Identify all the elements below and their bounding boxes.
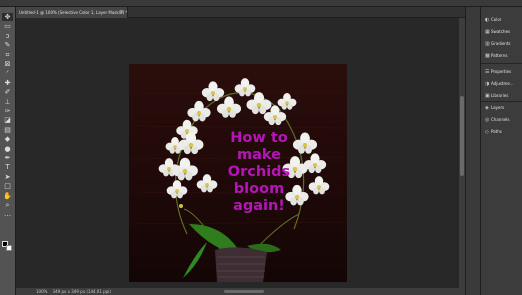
frame-tool-icon[interactable]: ⊠ [2, 60, 13, 68]
lasso-tool-icon[interactable]: ↄ [2, 32, 13, 40]
panels-dock: ◐ Color ▦Swatches ▥Gradients ▩Patterns ☰ Prope… [480, 7, 522, 295]
healing-brush-tool-icon[interactable]: ✚ [2, 79, 13, 87]
libraries-panel[interactable]: ▣Libraries [485, 91, 522, 100]
brush-tool-icon[interactable]: ✐ [2, 88, 13, 96]
headline-line: again! [233, 198, 285, 214]
collapsed-panel-dock [465, 7, 480, 295]
clone-stamp-tool-icon[interactable]: ⊥ [2, 98, 13, 106]
gradient-tool-icon[interactable]: ▤ [2, 126, 13, 134]
panel-label: Libraries [491, 93, 509, 98]
document-canvas[interactable]: How to make Orchids bloom again! [129, 64, 347, 282]
eyedropper-tool-icon[interactable]: ᐟ [2, 69, 13, 77]
quick-select-tool-icon[interactable]: ✎ [2, 41, 13, 49]
path-select-tool-icon[interactable]: ➤ [2, 173, 13, 181]
options-bar [0, 0, 522, 7]
document-info: 349 px x 349 px (144.01 ppi) [52, 289, 111, 294]
paths-panel[interactable]: ◇ Paths [485, 127, 522, 136]
status-text: 100% 349 px x 349 px (144.01 ppi) [16, 288, 111, 295]
panel-group-divider [481, 101, 522, 102]
document-tab-title: Untitled-1 @ 100% (Selective Color 1, La… [19, 10, 128, 15]
hand-tool-icon[interactable]: ✋ [2, 192, 13, 200]
panel-label: Layers [491, 105, 505, 110]
swatches-panel[interactable]: ▦Swatches [485, 27, 522, 36]
panel-label: Patterns [491, 53, 508, 58]
panel-label: Paths [491, 129, 502, 134]
dodge-tool-icon[interactable]: ● [2, 145, 13, 153]
horizontal-scroll-thumb[interactable] [224, 290, 264, 293]
zoom-level[interactable]: 100% [36, 289, 47, 294]
type-tool-icon[interactable]: T [2, 163, 13, 171]
panel-label: Gradients [491, 41, 511, 46]
channels-panel[interactable]: ◎ Channels [485, 115, 522, 124]
document-tab[interactable]: Untitled-1 @ 100% (Selective Color 1, La… [16, 7, 128, 18]
gradients-panel[interactable]: ▥Gradients [485, 39, 522, 48]
color-panel[interactable]: ◐ Color [485, 15, 522, 24]
close-tab-icon[interactable]: × [120, 7, 124, 18]
zoom-tool-icon[interactable]: ⌕ [2, 201, 13, 209]
headline-line: bloom [233, 181, 285, 197]
status-bar: 100% 349 px x 349 px (144.01 ppi) [16, 288, 465, 295]
background-color-swatch[interactable] [6, 245, 12, 251]
panel-label: Adjustme... [491, 81, 514, 86]
panel-label: Color [491, 17, 502, 22]
headline-line: Orchids [227, 164, 291, 180]
adjustments-panel[interactable]: ◑ Adjustme... [485, 79, 522, 88]
panel-label: Swatches [491, 29, 511, 34]
panel-label: Properties [491, 69, 512, 74]
layers-panel[interactable]: ◈ Layers [485, 103, 522, 112]
pen-tool-icon[interactable]: ✒ [2, 154, 13, 162]
tools-panel: ✥ ▭ ↄ ✎ ⌗ ⊠ ᐟ ✚ ✐ ⊥ ✑ ◪ ▤ ◆ ● ✒ T ➤ □ ✋ ⌕… [0, 7, 16, 295]
history-brush-tool-icon[interactable]: ✑ [2, 107, 13, 115]
headline-line: make [237, 147, 281, 163]
vertical-scroll-thumb[interactable] [460, 96, 464, 176]
artboard-tool-icon[interactable]: ▭ [2, 22, 13, 30]
eraser-tool-icon[interactable]: ◪ [2, 116, 13, 124]
headline-line: How to [230, 130, 288, 146]
patterns-panel[interactable]: ▩Patterns [485, 51, 522, 60]
properties-panel[interactable]: ☰ Properties [485, 67, 522, 76]
rectangle-tool-icon[interactable]: □ [2, 182, 13, 190]
move-tool-icon[interactable]: ✥ [2, 13, 13, 21]
edit-toolbar-icon[interactable]: … [2, 210, 13, 218]
panel-label: Channels [491, 117, 510, 122]
canvas-headline: How to make Orchids bloom again! [211, 130, 307, 215]
crop-tool-icon[interactable]: ⌗ [2, 51, 13, 59]
blur-tool-icon[interactable]: ◆ [2, 135, 13, 143]
panel-group-divider [481, 63, 522, 64]
document-tab-bar: Untitled-1 @ 100% (Selective Color 1, La… [16, 7, 465, 18]
